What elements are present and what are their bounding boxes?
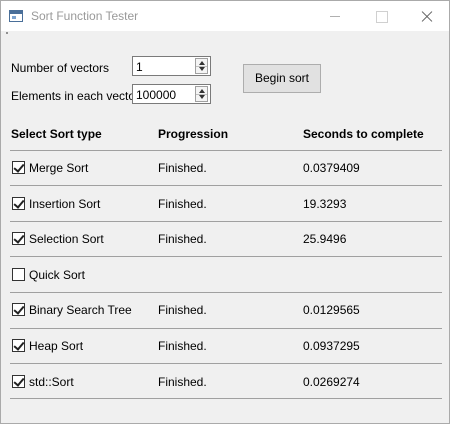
table-row: Heap Sort Finished. 0.0937295	[1, 329, 449, 364]
progress-text: Finished.	[158, 232, 207, 246]
window-title: Sort Function Tester	[31, 9, 139, 23]
spin-arrows-icon[interactable]	[195, 58, 208, 74]
app-window-icon	[9, 10, 23, 22]
progress-text: Finished.	[158, 375, 207, 389]
checkbox-heap-sort[interactable]	[12, 339, 25, 352]
progress-text: Finished.	[158, 339, 207, 353]
sort-name[interactable]: Heap Sort	[29, 339, 83, 353]
spin-arrows-icon[interactable]	[195, 86, 208, 102]
divider	[10, 185, 442, 186]
checkbox-std-sort[interactable]	[12, 375, 25, 388]
seconds-value: 0.0129565	[303, 303, 360, 317]
title-bar[interactable]: Sort Function Tester	[1, 1, 449, 31]
sort-name[interactable]: Insertion Sort	[29, 197, 100, 211]
table-row: std::Sort Finished. 0.0269274	[1, 365, 449, 400]
vectors-label: Number of vectors	[11, 61, 110, 75]
header-seconds: Seconds to complete	[303, 127, 424, 141]
checkbox-selection-sort[interactable]	[12, 232, 25, 245]
checkbox-merge-sort[interactable]	[12, 161, 25, 174]
divider	[10, 398, 442, 399]
elements-label: Elements in each vector	[11, 89, 140, 103]
spin-up-icon[interactable]	[199, 61, 205, 65]
table-row: Quick Sort	[1, 258, 449, 293]
vectors-spinbox[interactable]: 1	[132, 56, 211, 76]
seconds-value: 0.0937295	[303, 339, 360, 353]
vectors-value[interactable]: 1	[136, 60, 143, 74]
app-window: Sort Function Tester Number of vectors 1…	[0, 0, 450, 424]
sort-name[interactable]: Merge Sort	[29, 161, 88, 175]
spin-up-icon[interactable]	[199, 89, 205, 93]
sort-name[interactable]: Binary Search Tree	[29, 303, 132, 317]
checkbox-insertion-sort[interactable]	[12, 197, 25, 210]
sort-name[interactable]: Quick Sort	[29, 268, 85, 282]
header-sort-type: Select Sort type	[11, 127, 102, 141]
table-row: Insertion Sort Finished. 19.3293	[1, 187, 449, 222]
table-row: Binary Search Tree Finished. 0.0129565	[1, 293, 449, 328]
maximize-icon[interactable]	[358, 1, 404, 31]
seconds-value: 19.3293	[303, 197, 347, 211]
spin-down-icon[interactable]	[199, 67, 205, 71]
sort-name[interactable]: Selection Sort	[29, 232, 104, 246]
header-progression: Progression	[158, 127, 229, 141]
minimize-icon[interactable]	[312, 1, 358, 31]
divider	[10, 256, 442, 257]
elements-spinbox[interactable]: 100000	[132, 84, 211, 104]
seconds-value: 0.0269274	[303, 375, 360, 389]
spin-down-icon[interactable]	[199, 95, 205, 99]
sort-name[interactable]: std::Sort	[29, 375, 74, 389]
progress-text: Finished.	[158, 161, 207, 175]
table-row: Merge Sort Finished. 0.0379409	[1, 151, 449, 186]
begin-sort-button[interactable]: Begin sort	[243, 64, 321, 93]
checkbox-quick-sort[interactable]	[12, 268, 25, 281]
progress-text: Finished.	[158, 303, 207, 317]
menubar-grip	[6, 32, 8, 34]
close-icon[interactable]	[403, 1, 449, 31]
progress-text: Finished.	[158, 197, 207, 211]
seconds-value: 0.0379409	[303, 161, 360, 175]
elements-value[interactable]: 100000	[136, 88, 176, 102]
checkbox-binary-search-tree[interactable]	[12, 303, 25, 316]
seconds-value: 25.9496	[303, 232, 347, 246]
divider	[10, 363, 442, 364]
table-row: Selection Sort Finished. 25.9496	[1, 222, 449, 257]
